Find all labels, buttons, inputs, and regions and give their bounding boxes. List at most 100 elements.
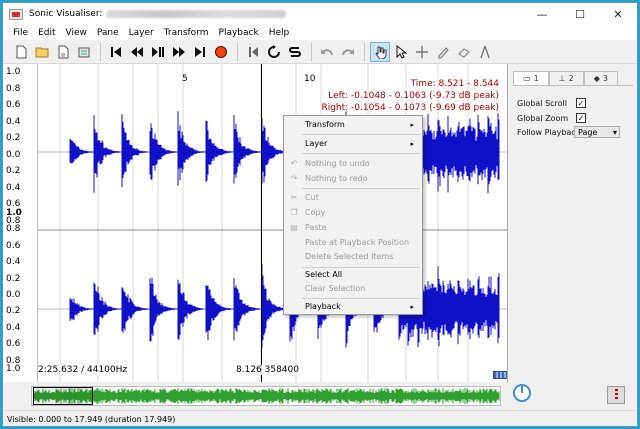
overview-track[interactable] bbox=[31, 386, 501, 406]
app-icon bbox=[9, 8, 23, 20]
level-meter-button[interactable] bbox=[607, 386, 625, 404]
draw-icon[interactable] bbox=[433, 42, 453, 62]
scale-tick-label: 0.8 bbox=[6, 83, 21, 94]
paste-icon: ▤ bbox=[290, 223, 298, 232]
export-icon[interactable] bbox=[74, 42, 94, 62]
property-tab-1[interactable]: ▭ 1 bbox=[513, 71, 549, 85]
menu-playback[interactable]: Playback bbox=[214, 28, 264, 38]
duration-samplerate-label: 2:25.632 / 44100Hz bbox=[38, 365, 128, 375]
playback-speed-dial[interactable] bbox=[513, 384, 531, 402]
menu-item-paste[interactable]: ▤ Paste bbox=[284, 221, 422, 235]
scale-tick-label: 0.8 bbox=[6, 224, 21, 235]
new-file-icon[interactable] bbox=[11, 42, 31, 62]
overview-waveform bbox=[33, 388, 500, 404]
window-title: Sonic Visualiser: bbox=[29, 9, 103, 19]
horizontal-zoom-thumb[interactable] bbox=[493, 371, 507, 379]
menu-item-playback[interactable]: Playback ▸ bbox=[284, 300, 422, 314]
property-tab-3[interactable]: ◆ 3 bbox=[583, 71, 618, 85]
waveform-pane[interactable]: 5 10 Time: 8.521 - 8.544 Left: -0.1048 -… bbox=[38, 64, 508, 382]
scale-tick-label: 1.0 bbox=[6, 67, 21, 77]
overview-panel bbox=[3, 382, 637, 409]
cut-icon: ✂ bbox=[290, 193, 298, 202]
scale-tick-label: 0.6 bbox=[6, 339, 21, 350]
scale-tick-label: 0.4 bbox=[6, 116, 21, 127]
scale-tick-label: 0.6 bbox=[6, 100, 21, 110]
menu-item-cut[interactable]: ✂ Cut bbox=[284, 191, 422, 205]
play-pause-icon[interactable] bbox=[148, 42, 168, 62]
scale-tick-label: 0.6 bbox=[6, 240, 21, 251]
properties-panel: ▭ 1 ⊥ 2 ◆ 3 Global Scroll ✓ Global Zoom ✓ F… bbox=[509, 64, 637, 382]
open-icon[interactable] bbox=[32, 42, 52, 62]
menu-item-copy[interactable]: ❐ Copy bbox=[284, 206, 422, 220]
menu-item-paste-at-playback[interactable]: Paste at Playback Position bbox=[284, 236, 422, 250]
scale-tick-label: 0.0 bbox=[6, 290, 21, 300]
redacted-filename bbox=[106, 10, 287, 18]
menu-transform[interactable]: Transform bbox=[159, 28, 214, 38]
menu-edit[interactable]: Edit bbox=[33, 28, 60, 38]
overview-view-window[interactable] bbox=[33, 387, 93, 405]
save-icon[interactable] bbox=[53, 42, 73, 62]
close-button[interactable]: ✕ bbox=[599, 3, 637, 25]
menu-pane[interactable]: Pane bbox=[92, 28, 124, 38]
loop-icon[interactable] bbox=[264, 42, 284, 62]
redo-icon: ↷ bbox=[290, 174, 298, 183]
property-tab-2[interactable]: ⊥ 2 bbox=[548, 71, 584, 85]
menu-bar: File Edit View Pane Layer Transform Play… bbox=[3, 25, 637, 40]
scale-tick-label: 0.4 bbox=[6, 257, 21, 268]
undo-icon: ↶ bbox=[290, 159, 298, 168]
app-window: Sonic Visualiser: — ☐ ✕ File Edit View P… bbox=[2, 2, 638, 427]
menu-item-layer[interactable]: Layer ▸ bbox=[284, 137, 422, 151]
rewind-start-icon[interactable] bbox=[106, 42, 126, 62]
select-icon[interactable] bbox=[391, 42, 411, 62]
erase-icon[interactable] bbox=[454, 42, 474, 62]
vertical-scale: 1.0 0.8 0.6 0.4 0.2 0.0 0.2 0.4 0.6 0.8 1.0 0.8 0.6 0… bbox=[3, 64, 38, 382]
menu-layer[interactable]: Layer bbox=[124, 28, 159, 38]
playback-cursor[interactable] bbox=[261, 64, 262, 382]
scale-tick-label: 0.4 bbox=[6, 182, 21, 193]
global-scroll-checkbox[interactable]: ✓ bbox=[576, 98, 586, 108]
title-bar: Sonic Visualiser: — ☐ ✕ bbox=[3, 3, 637, 25]
global-scroll-label: Global Scroll bbox=[517, 99, 567, 108]
fast-forward-icon[interactable] bbox=[169, 42, 189, 62]
copy-icon: ❐ bbox=[290, 208, 298, 217]
solo-icon[interactable] bbox=[285, 42, 305, 62]
menu-item-redo[interactable]: ↷ Nothing to redo bbox=[284, 172, 422, 186]
cursor-frame-label: 8.126 358400 bbox=[236, 365, 299, 375]
measure-icon[interactable] bbox=[475, 42, 495, 62]
menu-help[interactable]: Help bbox=[264, 28, 295, 38]
scale-tick-label: 0.2 bbox=[6, 306, 21, 317]
scale-tick-label: 0.4 bbox=[6, 322, 21, 333]
navigate-icon[interactable] bbox=[370, 41, 390, 62]
redo-icon[interactable] bbox=[338, 42, 358, 62]
time-tick-label: 5 bbox=[182, 74, 188, 84]
record-icon[interactable] bbox=[211, 42, 231, 62]
follow-playback-select[interactable]: Page bbox=[574, 126, 620, 138]
scale-tick-label: 0.0 bbox=[6, 149, 21, 160]
menu-item-delete-selected[interactable]: Delete Selected Items bbox=[284, 250, 422, 264]
constrain-icon[interactable] bbox=[243, 42, 263, 62]
toolbar bbox=[3, 40, 637, 64]
follow-playback-label: Follow Playback bbox=[517, 128, 581, 137]
menu-file[interactable]: File bbox=[8, 28, 33, 38]
time-readout: Time: 8.521 - 8.544 bbox=[410, 79, 499, 89]
scale-tick-label: 1.0 bbox=[6, 208, 22, 218]
menu-item-clear-selection[interactable]: Clear Selection bbox=[284, 282, 422, 296]
menu-view[interactable]: View bbox=[61, 28, 92, 38]
time-tick-label: 10 bbox=[304, 74, 316, 84]
status-bar: Visible: 0.000 to 17.949 (duration 17.94… bbox=[3, 410, 637, 426]
scale-tick-label: 1.0 bbox=[6, 364, 21, 374]
menu-item-transform[interactable]: Transform ▸ bbox=[284, 118, 422, 132]
forward-end-icon[interactable] bbox=[190, 42, 210, 62]
maximize-button[interactable]: ☐ bbox=[561, 3, 599, 25]
menu-item-select-all[interactable]: Select All bbox=[284, 268, 422, 282]
undo-icon[interactable] bbox=[317, 42, 337, 62]
global-zoom-label: Global Zoom bbox=[517, 114, 569, 123]
global-zoom-checkbox[interactable]: ✓ bbox=[576, 113, 586, 123]
menu-item-undo[interactable]: ↶ Nothing to undo bbox=[284, 157, 422, 171]
right-channel-readout: Right: -0.1054 - 0.1073 (-9.69 dB peak) bbox=[321, 103, 499, 113]
move-icon[interactable] bbox=[412, 42, 432, 62]
scale-tick-label: 0.2 bbox=[6, 166, 21, 176]
minimize-button[interactable]: — bbox=[523, 3, 561, 25]
left-channel-readout: Left: -0.1048 - 0.1063 (-9.73 dB peak) bbox=[328, 91, 499, 101]
rewind-icon[interactable] bbox=[127, 42, 147, 62]
